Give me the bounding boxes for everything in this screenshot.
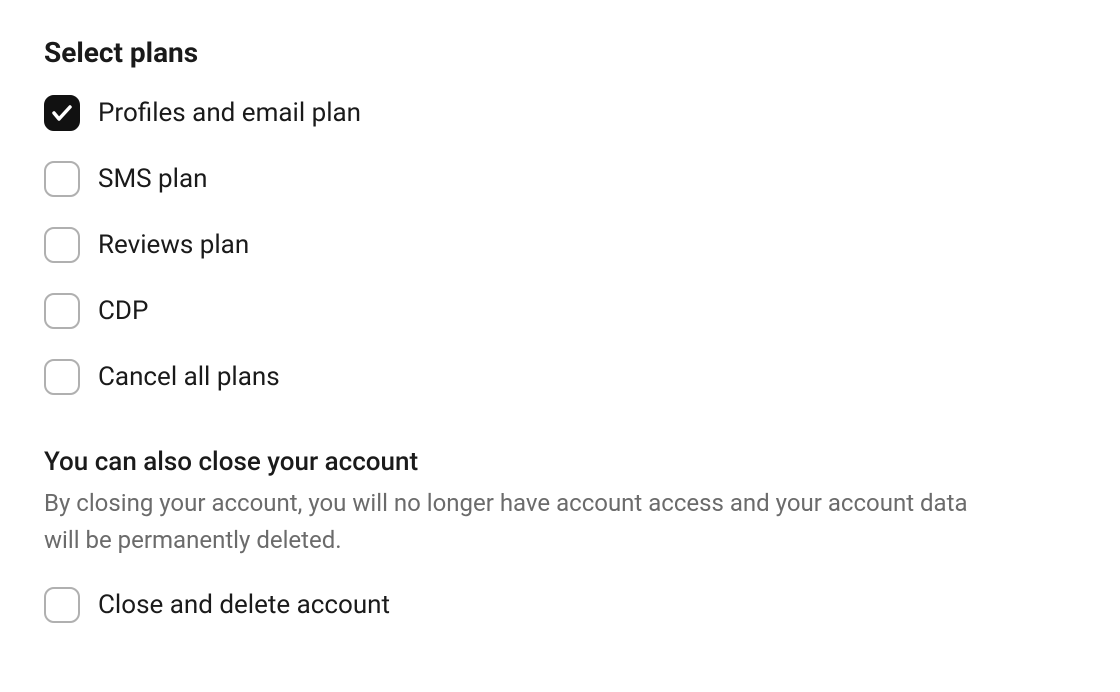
plan-label-sms: SMS plan [98, 164, 207, 194]
plan-label-cdp: CDP [98, 296, 148, 326]
check-icon [50, 101, 74, 125]
close-account-description: By closing your account, you will no lon… [44, 485, 1004, 559]
plan-option-profiles-email[interactable]: Profiles and email plan [44, 95, 1076, 131]
checkbox-reviews[interactable] [44, 227, 80, 263]
close-account-label: Close and delete account [98, 590, 390, 620]
select-plans-section: Select plans Profiles and email plan SMS… [44, 36, 1076, 395]
plan-label-profiles-email: Profiles and email plan [98, 98, 361, 128]
close-account-title: You can also close your account [44, 447, 1076, 477]
checkbox-cdp[interactable] [44, 293, 80, 329]
select-plans-title: Select plans [44, 36, 1076, 69]
plan-label-cancel-all: Cancel all plans [98, 362, 280, 392]
plan-option-reviews[interactable]: Reviews plan [44, 227, 1076, 263]
checkbox-close-account[interactable] [44, 587, 80, 623]
close-account-option[interactable]: Close and delete account [44, 587, 1076, 623]
plan-option-cdp[interactable]: CDP [44, 293, 1076, 329]
close-account-section: You can also close your account By closi… [44, 447, 1076, 623]
plan-option-sms[interactable]: SMS plan [44, 161, 1076, 197]
plans-checkbox-list: Profiles and email plan SMS plan Reviews… [44, 95, 1076, 395]
plan-label-reviews: Reviews plan [98, 230, 249, 260]
plan-option-cancel-all[interactable]: Cancel all plans [44, 359, 1076, 395]
checkbox-cancel-all[interactable] [44, 359, 80, 395]
checkbox-sms[interactable] [44, 161, 80, 197]
checkbox-profiles-email[interactable] [44, 95, 80, 131]
